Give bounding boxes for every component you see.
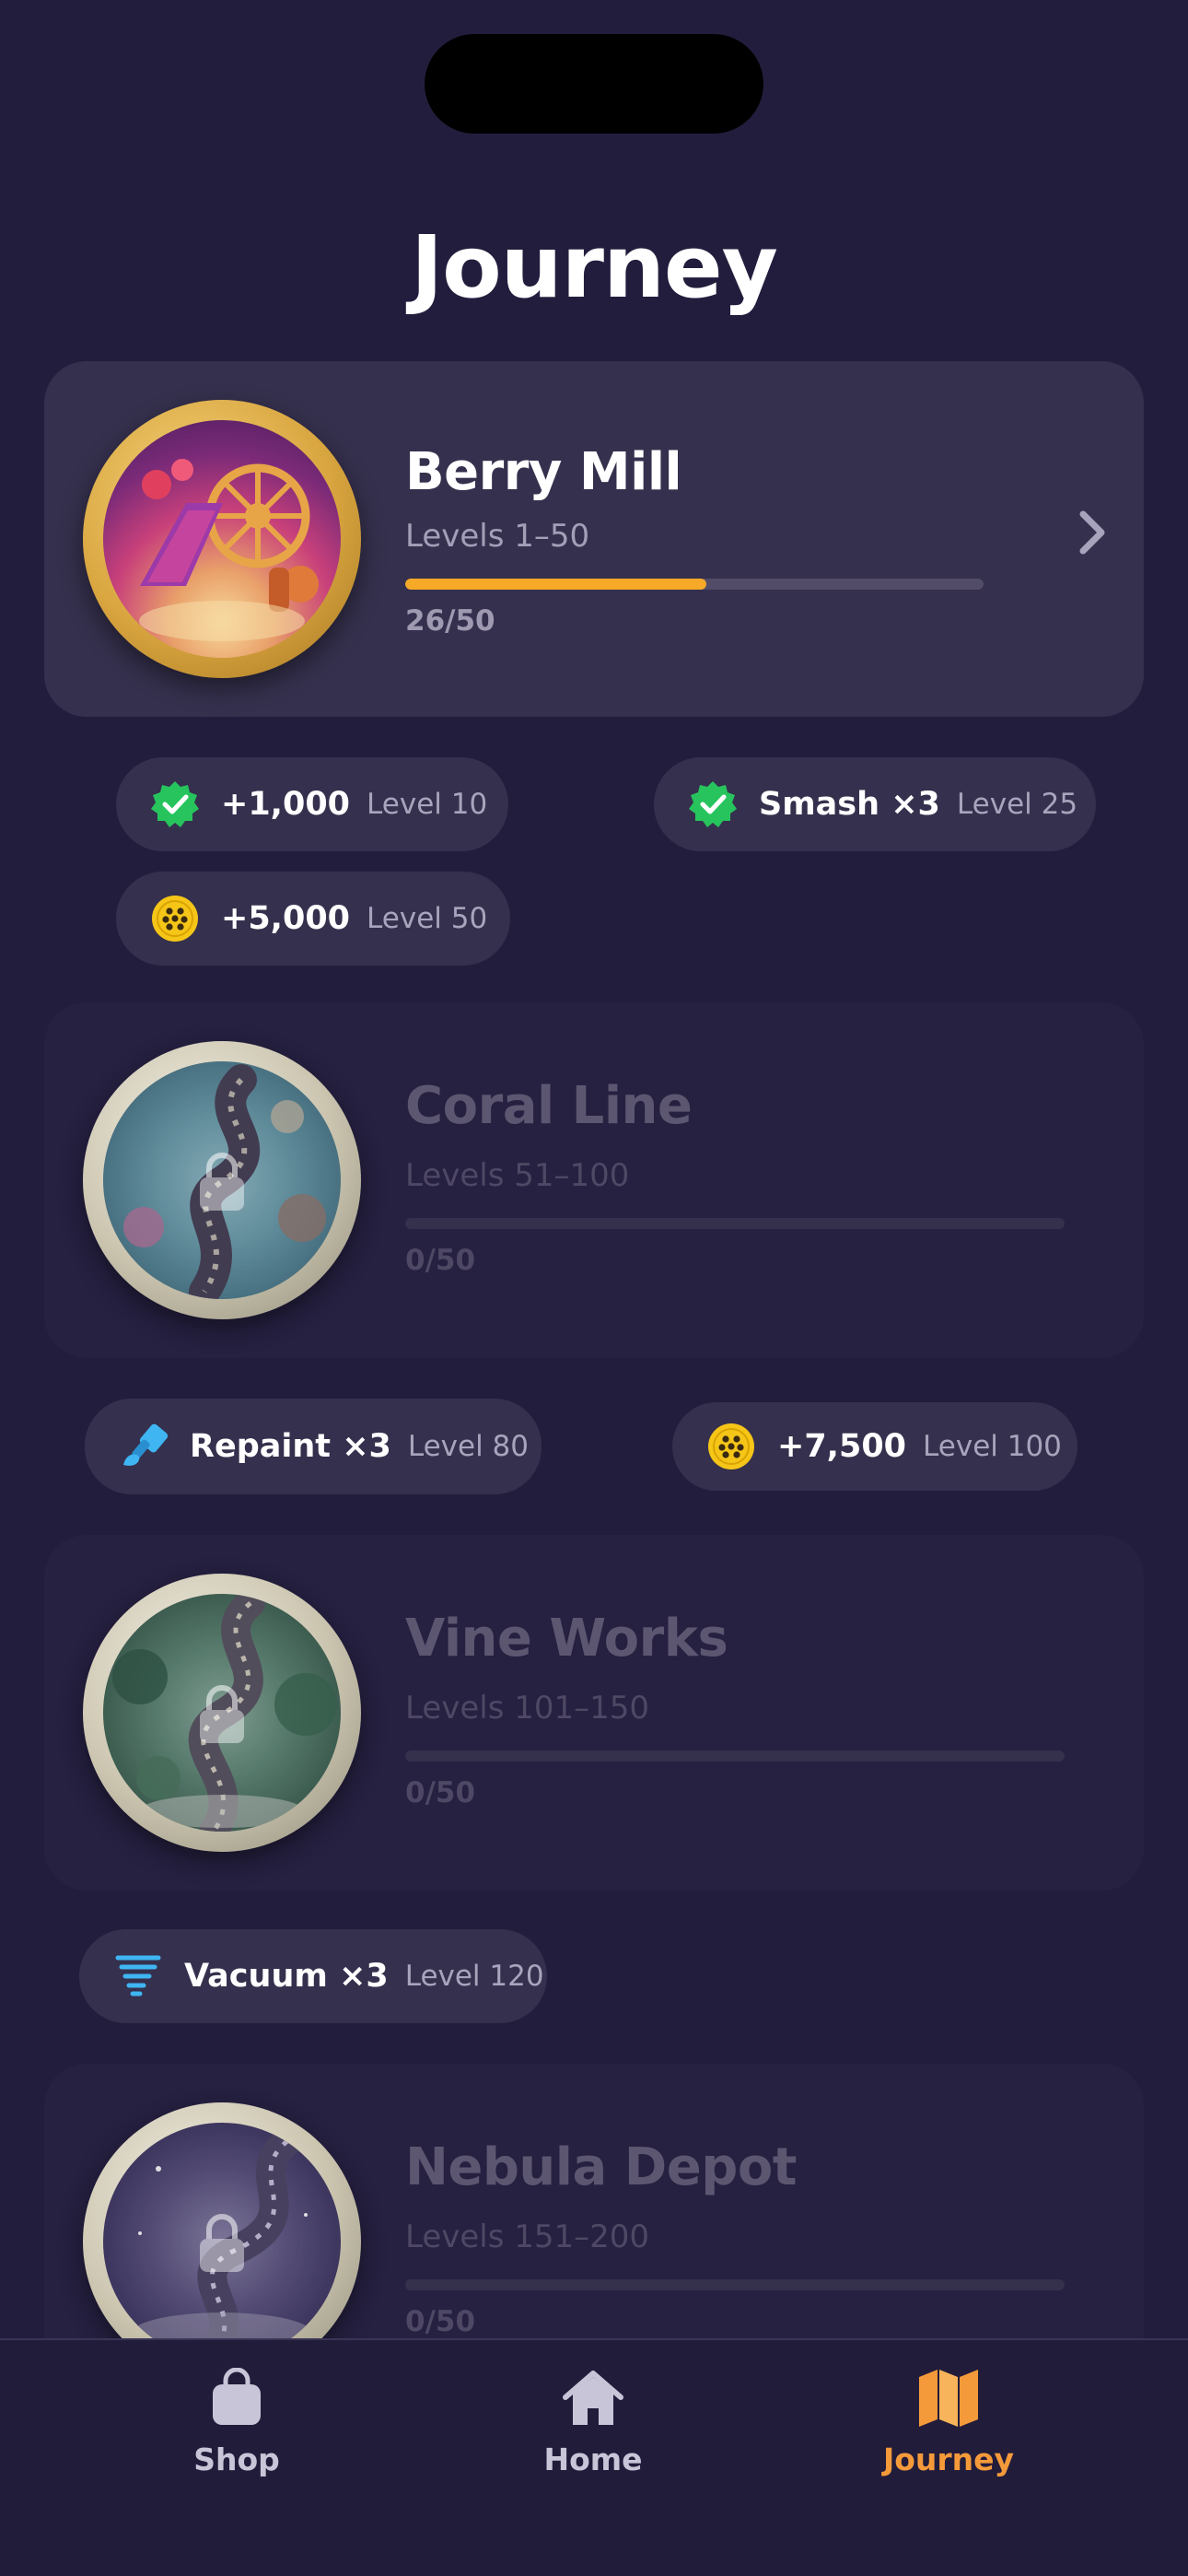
- reward-level: Level 120: [404, 1960, 544, 1993]
- chapter-card-berry-mill[interactable]: Berry Mill Levels 1–50 26/50: [44, 361, 1144, 717]
- chapter-progress-bar: [405, 2279, 1065, 2290]
- tab-label: Shop: [193, 2441, 280, 2477]
- reward-pill[interactable]: Vacuum ×3 Level 120: [79, 1929, 547, 2023]
- chapter-levels: Levels 51–100: [405, 1157, 630, 1194]
- tab-label: Home: [543, 2441, 643, 2477]
- tab-home[interactable]: Home: [483, 2368, 704, 2497]
- chapter-medal: [83, 400, 361, 678]
- tab-label: Journey: [882, 2441, 1015, 2477]
- reward-pill[interactable]: Repaint ×3 Level 80: [85, 1399, 542, 1494]
- chapter-levels: Levels 1–50: [405, 518, 590, 555]
- chapter-progress-text: 0/50: [405, 2305, 476, 2338]
- chapter-medal: [83, 1574, 361, 1852]
- reward-level: Level 25: [956, 788, 1078, 821]
- chapter-progress-fill: [405, 579, 706, 590]
- chapter-progress-bar: [405, 579, 984, 590]
- reward-level: Level 80: [407, 1430, 530, 1463]
- check-badge-icon: [151, 781, 199, 827]
- page-title: Journey: [411, 217, 778, 318]
- reward-level: Level 50: [367, 902, 488, 935]
- chapter-card-vine-works[interactable]: Vine Works Levels 101–150 0/50: [44, 1535, 1144, 1891]
- reward-pill[interactable]: +1,000 Level 10: [116, 757, 508, 851]
- reward-value: +1,000: [221, 786, 351, 823]
- reward-value: Repaint ×3: [190, 1428, 391, 1465]
- chapter-progress-text: 26/50: [405, 604, 495, 638]
- chapter-name: Coral Line: [405, 1076, 693, 1136]
- chapter-name: Berry Mill: [405, 442, 682, 502]
- tab-journey[interactable]: Journey: [838, 2368, 1059, 2497]
- shopping-bag-icon: [213, 2368, 261, 2425]
- chapter-medal: [83, 1041, 361, 1319]
- reward-value: Smash ×3: [759, 786, 940, 823]
- chapter-levels: Levels 101–150: [405, 1690, 650, 1727]
- lock-icon: [200, 1685, 244, 1743]
- chapter-levels: Levels 151–200: [405, 2219, 650, 2255]
- coin-icon: [708, 1423, 754, 1469]
- berry-mill-art: [139, 459, 319, 641]
- reward-value: Vacuum ×3: [184, 1958, 389, 1995]
- paint-brush-icon: [123, 1423, 169, 1466]
- reward-value: +7,500: [777, 1428, 907, 1465]
- dynamic-island: [425, 34, 763, 134]
- check-badge-icon: [689, 781, 737, 827]
- tab-shop[interactable]: Shop: [126, 2368, 347, 2497]
- reward-pill[interactable]: Smash ×3 Level 25: [654, 757, 1096, 851]
- coin-icon: [152, 896, 198, 942]
- lock-icon: [200, 2214, 244, 2272]
- chapter-progress-text: 0/50: [405, 1244, 476, 1277]
- chapter-progress-text: 0/50: [405, 1776, 476, 1809]
- tornado-icon: [115, 1955, 161, 1996]
- reward-level: Level 100: [923, 1430, 1062, 1463]
- chapter-name: Nebula Depot: [405, 2137, 798, 2197]
- chapter-progress-bar: [405, 1751, 1065, 1762]
- reward-pill[interactable]: +5,000 Level 50: [116, 872, 510, 966]
- reward-pill[interactable]: +7,500 Level 100: [672, 1402, 1077, 1491]
- tab-bar: Shop Home Journey: [0, 2338, 1188, 2576]
- chapter-name: Vine Works: [405, 1609, 728, 1669]
- lock-icon: [200, 1153, 244, 1211]
- chapter-card-coral-line[interactable]: Coral Line Levels 51–100 0/50: [44, 1002, 1144, 1358]
- chapter-progress-bar: [405, 1218, 1065, 1229]
- chevron-right-icon[interactable]: [1074, 505, 1111, 560]
- home-icon: [563, 2371, 623, 2425]
- reward-level: Level 10: [367, 788, 488, 821]
- reward-value: +5,000: [221, 900, 351, 937]
- map-icon: [919, 2370, 978, 2427]
